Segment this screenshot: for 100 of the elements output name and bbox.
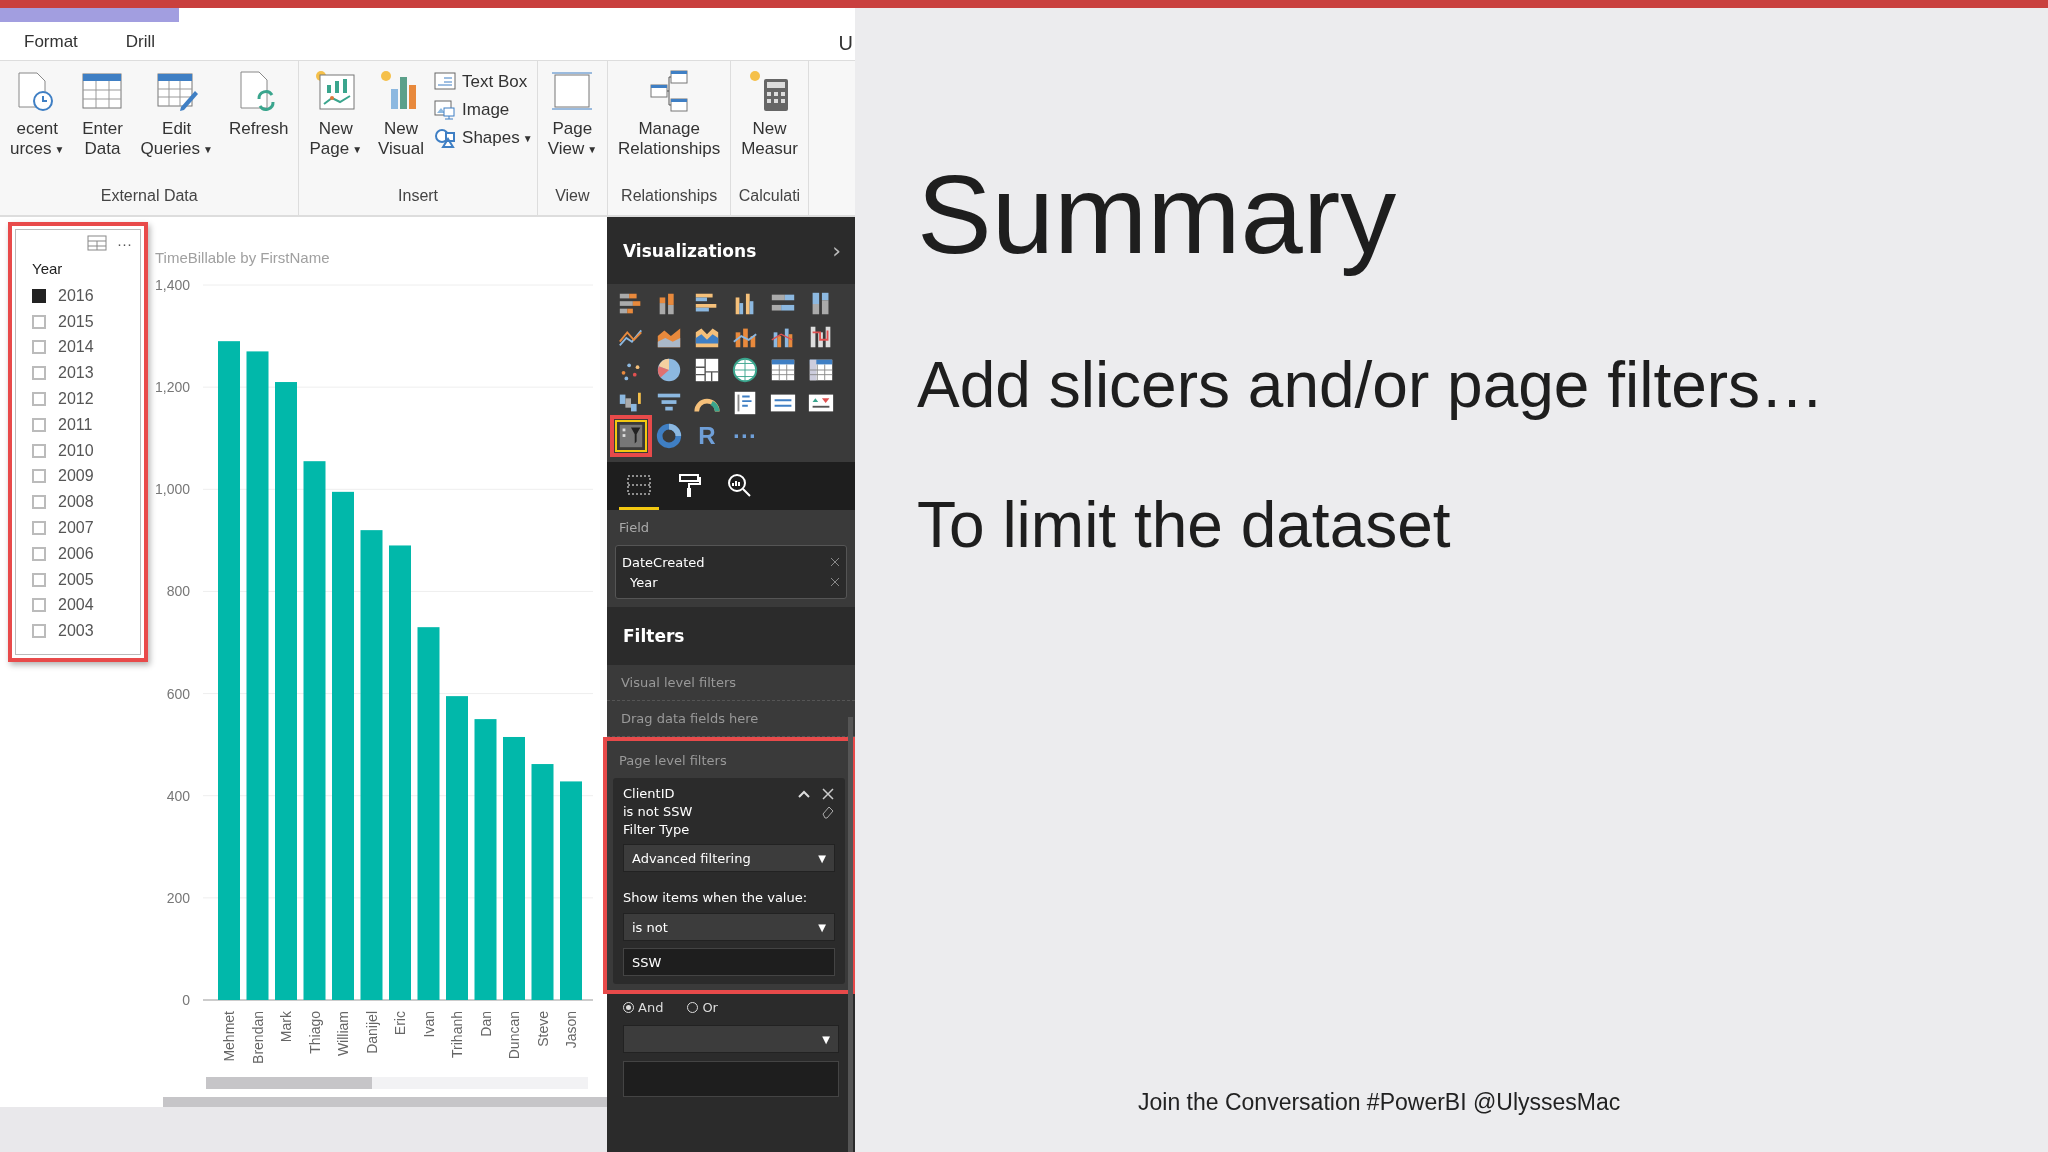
- slicer-item[interactable]: 2014: [32, 334, 132, 361]
- checkbox[interactable]: [32, 314, 46, 329]
- slide-text: Add slicers and/or page filters…: [917, 348, 1826, 423]
- axis-label: Jason: [563, 1011, 579, 1049]
- ribbon-button[interactable]: ecent urces ▼: [4, 69, 71, 187]
- checkbox[interactable]: [32, 598, 46, 613]
- slicer-item[interactable]: 2005: [32, 566, 132, 593]
- slide-title: Summary: [917, 151, 1398, 279]
- slicer-item[interactable]: 2009: [32, 463, 132, 490]
- slicer-item[interactable]: 2016: [32, 283, 132, 309]
- treemap-icon[interactable]: [693, 356, 721, 384]
- checkbox[interactable]: [32, 521, 46, 536]
- page-icon: [550, 69, 595, 113]
- checkbox[interactable]: [32, 572, 46, 587]
- checkbox[interactable]: [32, 392, 46, 407]
- dropdown[interactable]: Advanced filtering ▼: [623, 844, 835, 872]
- group-label: Calculati: [737, 187, 802, 206]
- radio-option[interactable]: And: [623, 1000, 664, 1015]
- checkbox[interactable]: [32, 288, 46, 303]
- dropdown[interactable]: is not ▼: [623, 913, 835, 941]
- ribbon-button[interactable]: Refresh: [222, 69, 295, 187]
- slicer-item[interactable]: 2006: [32, 540, 132, 567]
- scrollbar[interactable]: [163, 1097, 607, 1107]
- donut-chart-icon[interactable]: [655, 422, 683, 450]
- checkbox[interactable]: [32, 340, 46, 355]
- field-label: Show items when the value:: [623, 889, 809, 906]
- ribbon-button[interactable]: New Visual: [372, 69, 431, 187]
- close-icon[interactable]: [821, 786, 835, 801]
- checkbox[interactable]: [32, 417, 46, 432]
- checkbox[interactable]: [32, 443, 46, 458]
- visual-type-button[interactable]: R: [691, 420, 723, 452]
- expand-toggle[interactable]: ›: [832, 238, 841, 263]
- close-icon[interactable]: [830, 577, 840, 587]
- filter-field: ClientID: [623, 786, 675, 801]
- slicer-item[interactable]: 2004: [32, 592, 132, 619]
- ribbon-button[interactable]: New Measur: [735, 69, 804, 187]
- dropdown[interactable]: ▼: [623, 1025, 839, 1053]
- close-icon[interactable]: [830, 557, 840, 567]
- slicer-item[interactable]: 2012: [32, 386, 132, 412]
- group-label: Relationships: [620, 187, 719, 206]
- slide-text: To limit the dataset: [917, 488, 1452, 563]
- input-field[interactable]: SSW: [623, 948, 835, 976]
- tick-label: 1,200: [154, 379, 190, 396]
- pie-chart-icon[interactable]: [655, 356, 683, 384]
- axis-label: Steve: [534, 1011, 551, 1047]
- more-options[interactable]: ···: [117, 234, 132, 252]
- slicer-icon[interactable]: [617, 422, 645, 450]
- ribbon-button[interactable]: Page View ▼: [541, 69, 604, 187]
- ribbon-button[interactable]: Shapes ▼: [434, 127, 533, 149]
- ribbon-button[interactable]: Image: [434, 99, 533, 121]
- ribbon-button[interactable]: Edit Queries ▼: [134, 69, 219, 187]
- slicer-title: Year: [32, 260, 64, 277]
- slicer-item[interactable]: 2015: [32, 308, 132, 335]
- slicer-item[interactable]: 2007: [32, 515, 132, 541]
- axis-label: Mehmet: [221, 1011, 237, 1062]
- checkbox[interactable]: [32, 624, 46, 639]
- ribbon-button[interactable]: Enter Data: [74, 69, 131, 187]
- field-name: Year: [630, 574, 658, 590]
- shapes-icon: [434, 127, 457, 149]
- eraser-icon[interactable]: [821, 804, 835, 819]
- drop-zone[interactable]: Drag data fields here: [607, 701, 855, 737]
- slicer-item[interactable]: 2013: [32, 360, 132, 387]
- scrollbar[interactable]: [206, 1077, 588, 1089]
- scrollbar[interactable]: [848, 717, 853, 1152]
- axis-label: Duncan: [506, 1011, 522, 1060]
- chart-page-icon: [313, 69, 358, 113]
- ribbon-tab[interactable]: Format: [0, 22, 102, 60]
- checkbox[interactable]: [32, 546, 46, 561]
- axis-label: Eric: [392, 1011, 408, 1036]
- tick-label: 0: [182, 992, 190, 1008]
- axis-label: Ivan: [420, 1011, 437, 1038]
- group-label: Insert: [397, 187, 440, 206]
- tick-label: 600: [166, 685, 190, 702]
- slicer-item[interactable]: 2003: [32, 618, 132, 645]
- ribbon-tab[interactable]: Drill: [101, 22, 180, 60]
- ribbon-tab[interactable]: U: [838, 8, 855, 60]
- field-well[interactable]: DateCreated Year: [615, 545, 847, 599]
- slicer-item[interactable]: 2011: [32, 412, 132, 438]
- slicer-item[interactable]: 2008: [32, 489, 132, 516]
- ribbon-button[interactable]: New Page ▼: [303, 69, 369, 187]
- radio-option[interactable]: Or: [687, 1000, 718, 1015]
- ribbon-button[interactable]: Text Box: [434, 71, 533, 93]
- section-label: Field: [619, 520, 650, 535]
- image-icon: [434, 99, 457, 121]
- tick-label: 400: [166, 787, 190, 804]
- slicer-item[interactable]: 2010: [32, 437, 132, 464]
- chart-title: TimeBillable by FirstName: [155, 249, 330, 266]
- ribbon-button[interactable]: Manage Relationships: [612, 69, 727, 187]
- visual-type-button[interactable]: ···: [729, 420, 761, 452]
- checkbox[interactable]: [32, 366, 46, 381]
- text-box-icon: [434, 71, 457, 93]
- section-label: Page level filters: [618, 752, 728, 770]
- axis-label: Trihanh: [449, 1011, 465, 1058]
- checkbox[interactable]: [32, 495, 46, 510]
- filter-summary: is not SSW: [623, 804, 693, 819]
- axis-label: Brendan: [249, 1011, 266, 1064]
- checkbox[interactable]: [32, 469, 46, 484]
- axis-label: Dan: [477, 1011, 494, 1037]
- input-field[interactable]: [623, 1061, 839, 1097]
- globe-icon[interactable]: [731, 356, 759, 384]
